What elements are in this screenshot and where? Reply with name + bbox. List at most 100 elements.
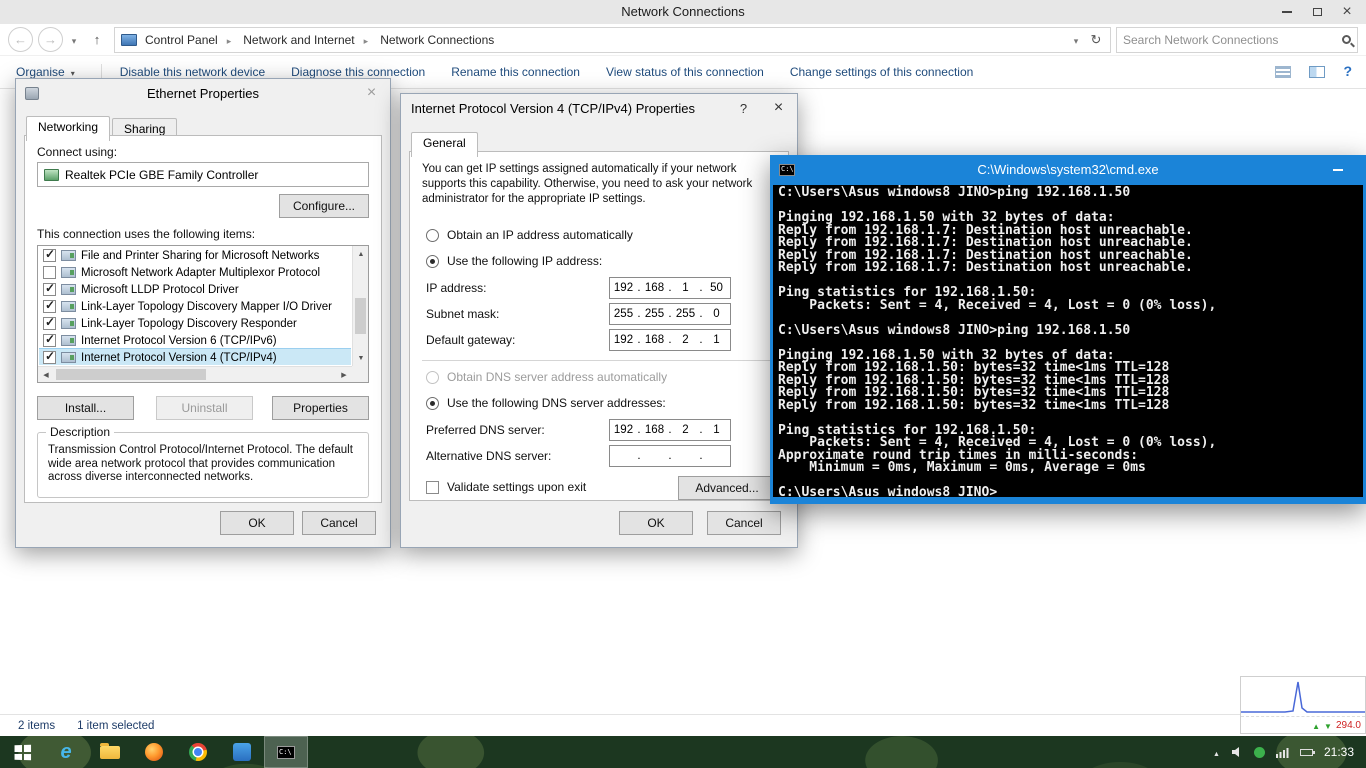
advanced-button[interactable]: Advanced... bbox=[678, 476, 776, 500]
green-tray-icon[interactable] bbox=[1253, 746, 1265, 758]
scroll-left-icon[interactable] bbox=[38, 367, 54, 383]
battery-icon[interactable] bbox=[1299, 748, 1315, 756]
taskbar-clock[interactable]: 21:33 bbox=[1324, 745, 1354, 759]
toolbar-disable-device[interactable]: Disable this network device bbox=[120, 65, 265, 79]
breadcrumb-item-network-and-internet[interactable]: Network and Internet bbox=[239, 31, 372, 49]
breadcrumb-item-network-connections[interactable]: Network Connections bbox=[376, 31, 498, 49]
maximize-button[interactable] bbox=[1302, 0, 1332, 23]
validate-settings-checkbox-row[interactable]: Validate settings upon exit bbox=[426, 480, 586, 494]
refresh-icon[interactable] bbox=[1086, 31, 1106, 49]
cancel-button[interactable]: Cancel bbox=[302, 511, 376, 535]
scroll-down-icon[interactable] bbox=[353, 350, 369, 366]
scrollbar-thumb[interactable] bbox=[355, 298, 366, 334]
minimize-button[interactable] bbox=[1272, 0, 1302, 23]
preview-pane-icon[interactable] bbox=[1309, 66, 1326, 78]
scroll-up-icon[interactable] bbox=[353, 246, 369, 262]
scrollbar-thumb[interactable] bbox=[56, 369, 206, 380]
checkbox[interactable] bbox=[43, 247, 56, 262]
default-gateway-field[interactable]: 192 168 2 1 bbox=[609, 329, 731, 351]
list-item-topology-responder[interactable]: Link-Layer Topology Discovery Responder bbox=[39, 315, 351, 332]
checkbox[interactable] bbox=[43, 266, 56, 279]
radio-obtain-ip-auto[interactable]: Obtain an IP address automatically bbox=[426, 228, 633, 242]
help-button[interactable] bbox=[727, 96, 760, 120]
address-dropdown-icon[interactable] bbox=[1070, 31, 1082, 49]
properties-button[interactable]: Properties bbox=[272, 396, 369, 420]
checkbox[interactable] bbox=[43, 298, 56, 313]
forward-button[interactable] bbox=[38, 27, 63, 52]
taskbar-file-explorer[interactable] bbox=[88, 736, 132, 768]
vertical-scrollbar[interactable] bbox=[352, 246, 368, 366]
tab-networking[interactable]: Networking bbox=[26, 116, 111, 141]
configure-button[interactable]: Configure... bbox=[279, 194, 369, 218]
radio-icon[interactable] bbox=[426, 370, 439, 384]
breadcrumb[interactable]: Control Panel Network and Internet Netwo… bbox=[114, 26, 1111, 53]
taskbar-blue-app[interactable] bbox=[220, 736, 264, 768]
network-graph-widget[interactable]: 294.0 bbox=[1240, 676, 1366, 734]
adapter-name-box[interactable]: Realtek PCIe GBE Family Controller bbox=[37, 162, 369, 187]
search-box[interactable] bbox=[1116, 26, 1358, 53]
title-bar[interactable]: Network Connections bbox=[0, 0, 1366, 24]
start-button[interactable] bbox=[0, 736, 44, 768]
back-button[interactable] bbox=[8, 27, 33, 52]
console-output[interactable]: C:\Users\Asus windows8 JINO>ping 192.168… bbox=[773, 185, 1363, 497]
radio-label: Obtain an IP address automatically bbox=[447, 228, 633, 242]
traffic-readout-row: 294.0 bbox=[1241, 717, 1365, 733]
ok-button[interactable]: OK bbox=[619, 511, 693, 535]
cmd-title-bar[interactable]: C:\Windows\system32\cmd.exe bbox=[770, 155, 1366, 185]
cancel-button[interactable]: Cancel bbox=[707, 511, 781, 535]
tab-general[interactable]: General bbox=[411, 132, 478, 157]
scroll-right-icon[interactable] bbox=[336, 367, 352, 383]
subnet-mask-field[interactable]: 255 255 255 0 bbox=[609, 303, 731, 325]
radio-use-following-dns[interactable]: Use the following DNS server addresses: bbox=[426, 396, 666, 410]
help-icon[interactable] bbox=[1343, 63, 1352, 81]
search-input[interactable] bbox=[1123, 32, 1338, 47]
view-options-icon[interactable] bbox=[1275, 66, 1292, 78]
radio-icon[interactable] bbox=[426, 228, 439, 242]
horizontal-scrollbar[interactable] bbox=[38, 366, 352, 382]
breadcrumb-item-control-panel[interactable]: Control Panel bbox=[141, 31, 235, 49]
toolbar-diagnose-connection[interactable]: Diagnose this connection bbox=[291, 65, 425, 79]
checkbox[interactable] bbox=[43, 315, 56, 330]
minimize-button[interactable] bbox=[1324, 155, 1352, 185]
volume-icon[interactable] bbox=[1231, 746, 1243, 758]
radio-icon[interactable] bbox=[426, 396, 439, 410]
list-item-ipv6[interactable]: Internet Protocol Version 6 (TCP/IPv6) bbox=[39, 332, 351, 349]
close-button[interactable] bbox=[355, 81, 388, 105]
ip-address-field[interactable]: 192 168 1 50 bbox=[609, 277, 731, 299]
toolbar-view-status[interactable]: View status of this connection bbox=[606, 65, 764, 79]
list-item-file-printer-sharing[interactable]: File and Printer Sharing for Microsoft N… bbox=[39, 247, 351, 264]
toolbar-change-settings[interactable]: Change settings of this connection bbox=[790, 65, 973, 79]
close-button[interactable] bbox=[762, 96, 795, 120]
taskbar-internet-explorer[interactable] bbox=[44, 736, 88, 768]
recent-pages-dropdown-icon[interactable] bbox=[68, 31, 80, 49]
radio-icon[interactable] bbox=[426, 254, 439, 268]
radio-use-following-ip[interactable]: Use the following IP address: bbox=[426, 254, 602, 268]
taskbar-cmd[interactable] bbox=[264, 736, 308, 768]
up-button[interactable] bbox=[85, 28, 109, 52]
toolbar-organise[interactable]: Organise bbox=[16, 65, 75, 79]
install-button[interactable]: Install... bbox=[37, 396, 134, 420]
checkbox[interactable] bbox=[43, 332, 56, 347]
list-item-ipv4[interactable]: Internet Protocol Version 4 (TCP/IPv4) bbox=[39, 348, 351, 365]
taskbar-firefox[interactable] bbox=[132, 736, 176, 768]
toolbar-rename-connection[interactable]: Rename this connection bbox=[451, 65, 580, 79]
alternative-dns-field[interactable] bbox=[609, 445, 731, 467]
ok-button[interactable]: OK bbox=[220, 511, 294, 535]
tray-chevron-icon[interactable] bbox=[1213, 743, 1220, 761]
checkbox[interactable] bbox=[43, 281, 56, 296]
radio-obtain-dns-auto[interactable]: Obtain DNS server address automatically bbox=[426, 370, 667, 384]
search-icon[interactable] bbox=[1342, 35, 1351, 44]
preferred-dns-field[interactable]: 192 168 2 1 bbox=[609, 419, 731, 441]
close-button[interactable] bbox=[1332, 0, 1362, 23]
network-signal-icon[interactable] bbox=[1275, 747, 1289, 758]
taskbar-chrome[interactable] bbox=[176, 736, 220, 768]
checkbox[interactable] bbox=[426, 480, 439, 494]
list-item-multiplexor-protocol[interactable]: Microsoft Network Adapter Multiplexor Pr… bbox=[39, 264, 351, 281]
list-item-lldp-driver[interactable]: Microsoft LLDP Protocol Driver bbox=[39, 281, 351, 298]
dialog-title-bar[interactable]: Internet Protocol Version 4 (TCP/IPv4) P… bbox=[401, 94, 797, 124]
octet: 168 bbox=[644, 334, 665, 346]
checkbox[interactable] bbox=[43, 349, 56, 364]
dialog-title-bar[interactable]: Ethernet Properties bbox=[16, 79, 390, 109]
uninstall-button[interactable]: Uninstall bbox=[156, 396, 253, 420]
list-item-topology-mapper[interactable]: Link-Layer Topology Discovery Mapper I/O… bbox=[39, 298, 351, 315]
